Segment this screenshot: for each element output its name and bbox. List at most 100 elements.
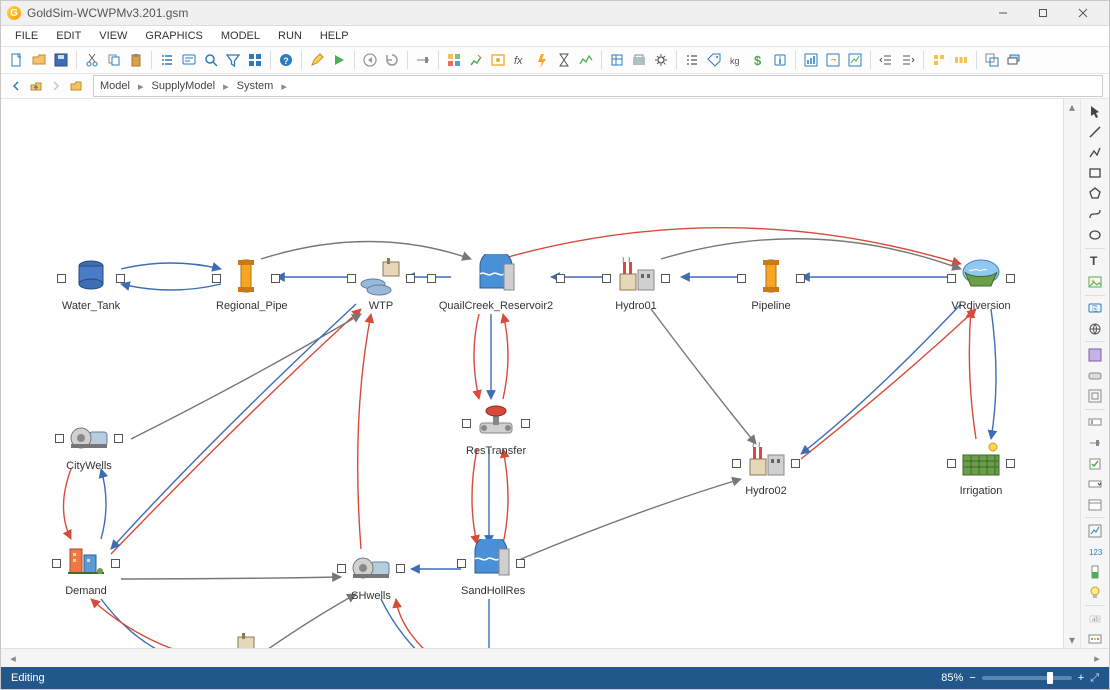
event-icon[interactable] xyxy=(532,50,552,70)
paste-icon[interactable] xyxy=(126,50,146,70)
edge-wwtp-demand[interactable] xyxy=(91,599,206,648)
checkbox-tool-icon[interactable] xyxy=(1084,455,1106,473)
menu-view[interactable]: VIEW xyxy=(99,30,127,42)
edge-shwells-shaq[interactable] xyxy=(381,599,461,648)
result-chart-icon[interactable] xyxy=(845,50,865,70)
scenario-tool-icon[interactable] xyxy=(1084,631,1106,648)
edge-hydro02-vrdiv[interactable] xyxy=(801,309,976,459)
menu-file[interactable]: FILE xyxy=(15,30,38,42)
edge-demand-wtp[interactable] xyxy=(111,309,361,554)
horizontal-scrollbar[interactable]: ◂ ▸ xyxy=(1,648,1109,667)
dashboard2-icon[interactable] xyxy=(823,50,843,70)
edge-citywells-wtp[interactable] xyxy=(131,314,361,439)
edge-shwells-wtp[interactable] xyxy=(358,314,371,549)
scroll-down-icon[interactable]: ▾ xyxy=(1069,632,1075,648)
menu-run[interactable]: RUN xyxy=(278,30,302,42)
menu-model[interactable]: MODEL xyxy=(221,30,260,42)
edge-qc_res-vrdiv[interactable] xyxy=(501,228,961,264)
edge-irrigation-vrdiv[interactable] xyxy=(969,309,976,439)
node-hydro01[interactable]: Hydro01 xyxy=(606,254,666,312)
scroll-left-icon[interactable]: ◂ xyxy=(5,652,21,665)
menu-graphics[interactable]: GRAPHICS xyxy=(145,30,202,42)
node-irrigation[interactable]: Irrigation xyxy=(951,439,1011,497)
step-back-icon[interactable] xyxy=(360,50,380,70)
indent-right-icon[interactable] xyxy=(898,50,918,70)
polyline-tool-icon[interactable] xyxy=(1084,144,1106,162)
node-wwtp[interactable]: WWTP xyxy=(206,629,266,648)
hyperlink-tool-icon[interactable]: ⎘ xyxy=(1084,299,1106,317)
filter-icon[interactable] xyxy=(223,50,243,70)
node-demand[interactable]: Demand xyxy=(56,539,116,597)
edge-demand-wwtp[interactable] xyxy=(101,599,211,648)
menu-edit[interactable]: EDIT xyxy=(56,30,81,42)
group-icon[interactable] xyxy=(982,50,1002,70)
close-button[interactable] xyxy=(1063,1,1103,25)
run-icon[interactable] xyxy=(329,50,349,70)
align-icon[interactable] xyxy=(929,50,949,70)
pointer-tool-icon[interactable] xyxy=(1084,103,1106,121)
nav-up-icon[interactable] xyxy=(27,77,45,95)
help-icon[interactable]: ? xyxy=(276,50,296,70)
crumb-model[interactable]: Model xyxy=(94,80,136,92)
edge-qc_res-res_transfer[interactable] xyxy=(474,314,479,399)
palette-icon[interactable] xyxy=(444,50,464,70)
note-icon[interactable] xyxy=(179,50,199,70)
node-qc_res[interactable]: QuailCreek_Reservoir2 xyxy=(431,254,561,312)
copy-icon[interactable] xyxy=(104,50,124,70)
outline-list-icon[interactable] xyxy=(682,50,702,70)
edge-hydro01-hydro02[interactable] xyxy=(651,309,756,444)
info-icon[interactable]: i xyxy=(770,50,790,70)
breadcrumb-path[interactable]: Model▸ SupplyModel▸ System▸ xyxy=(93,75,1103,97)
nav-fwd-icon[interactable] xyxy=(47,77,65,95)
node-hydro02[interactable]: Hydro02 xyxy=(736,439,796,497)
tag-icon[interactable] xyxy=(704,50,724,70)
zoom-slider[interactable] xyxy=(982,676,1072,680)
node-water_tank[interactable]: Water_Tank xyxy=(61,254,121,312)
date-tool-icon[interactable] xyxy=(1084,496,1106,514)
units-icon[interactable]: kg xyxy=(726,50,746,70)
edge-regional_pipe-water_tank[interactable] xyxy=(121,284,221,290)
edge-water_tank-regional_pipe[interactable] xyxy=(121,263,221,269)
result-panel-icon[interactable] xyxy=(1084,522,1106,540)
ellipse-tool-icon[interactable] xyxy=(1084,226,1106,244)
crumb-supply[interactable]: SupplyModel xyxy=(146,80,222,92)
node-citywells[interactable]: CityWells xyxy=(59,414,119,472)
polygon-tool-icon[interactable] xyxy=(1084,185,1106,203)
minimize-button[interactable] xyxy=(983,1,1023,25)
globe-tool-icon[interactable] xyxy=(1084,320,1106,338)
image-tool-icon[interactable] xyxy=(1084,273,1106,291)
label-tool-icon[interactable]: ab xyxy=(1084,610,1106,628)
scroll-right-icon[interactable]: ▸ xyxy=(1089,652,1105,665)
chart-edit-icon[interactable] xyxy=(466,50,486,70)
edge-sandholl-res_transfer[interactable] xyxy=(503,449,508,544)
fx-icon[interactable]: fx xyxy=(510,50,530,70)
frame-tool-icon[interactable] xyxy=(1084,387,1106,405)
dollar-icon[interactable]: $ xyxy=(748,50,768,70)
open-icon[interactable] xyxy=(29,50,49,70)
dashboard1-icon[interactable] xyxy=(801,50,821,70)
text-tool-icon[interactable]: T xyxy=(1084,252,1106,270)
button-tool-icon[interactable] xyxy=(1084,367,1106,385)
edge-shaq-shwells[interactable] xyxy=(396,599,461,648)
edge-res_transfer-qc_res[interactable] xyxy=(503,314,508,399)
nav-back-icon[interactable] xyxy=(7,77,25,95)
stochastic-icon[interactable] xyxy=(576,50,596,70)
node-res_transfer[interactable]: ResTransfer xyxy=(466,399,526,457)
list-icon[interactable] xyxy=(157,50,177,70)
digits-tool-icon[interactable]: 123 xyxy=(1084,543,1106,561)
edge-vrdiv-hydro02[interactable] xyxy=(801,304,961,454)
grid-icon[interactable] xyxy=(245,50,265,70)
zoom-in-icon[interactable]: + xyxy=(1078,672,1084,684)
line-tool-icon[interactable] xyxy=(1084,124,1106,142)
save-icon[interactable] xyxy=(51,50,71,70)
zoom-fit-icon[interactable]: ⤢ xyxy=(1090,672,1099,685)
distribute-icon[interactable] xyxy=(951,50,971,70)
input-tool-icon[interactable] xyxy=(1084,414,1106,432)
node-vrdiv[interactable]: VRdiversion xyxy=(951,254,1011,312)
layer-icon[interactable] xyxy=(1004,50,1024,70)
indent-left-icon[interactable] xyxy=(876,50,896,70)
dropdown-tool-icon[interactable] xyxy=(1084,475,1106,493)
edge-hydro01-vrdiv[interactable] xyxy=(661,239,961,269)
rect-tool-icon[interactable] xyxy=(1084,165,1106,183)
container-icon[interactable] xyxy=(488,50,508,70)
